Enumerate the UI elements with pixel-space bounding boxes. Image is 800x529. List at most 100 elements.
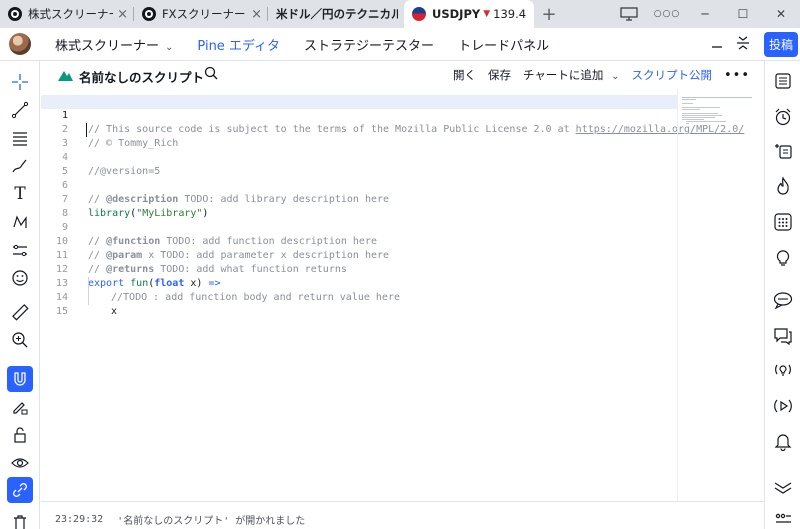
minimap-line: [682, 109, 700, 110]
tab-close-icon[interactable]: ×: [117, 7, 128, 22]
tab-label: 株式スクリーナー: [55, 39, 160, 54]
messages-icon[interactable]: [770, 323, 796, 349]
notifications-bell-icon[interactable]: [770, 428, 796, 454]
link-icon[interactable]: [7, 477, 33, 503]
play-broadcast-icon[interactable]: [770, 393, 796, 419]
status-timestamp: 23:29:32: [55, 513, 104, 525]
text-tool-icon[interactable]: T: [7, 181, 33, 207]
forecast-icon[interactable]: [7, 237, 33, 263]
publish-script-button[interactable]: スクリプト公開: [631, 67, 712, 83]
browser-tab-usdjpy-technicals[interactable]: 米ドル／円のテクニカル: [268, 0, 404, 28]
alarm-clock-icon[interactable]: [770, 104, 796, 130]
code-line: 11 // @returns TODO: add what function r…: [41, 235, 677, 275]
chat-bubbles-icon[interactable]: [770, 287, 796, 313]
code-line: 2 // © Tommy_Rich: [41, 109, 677, 149]
search-icon[interactable]: [204, 66, 218, 84]
trash-icon[interactable]: [7, 509, 33, 529]
horizontal-scrollbar[interactable]: [41, 501, 764, 507]
window-close-button[interactable]: ✕: [762, 0, 800, 28]
new-tab-button[interactable]: +: [534, 0, 564, 28]
maximize-panel-icon[interactable]: [730, 35, 756, 55]
minimap-line: [686, 123, 689, 124]
layout-grid-icon[interactable]: [770, 507, 796, 529]
tab-stock-screener[interactable]: 株式スクリーナー ⌄: [55, 35, 173, 54]
lock-drawing-pencil-icon[interactable]: [7, 394, 33, 420]
status-message: '名前なしのスクリプト' が開かれました: [117, 515, 306, 527]
chevron-down-icon: ⌄: [611, 71, 620, 82]
minimap-line: [682, 99, 696, 100]
add-to-chart-button[interactable]: チャートに追加 ⌄: [523, 67, 619, 83]
open-button[interactable]: 開く: [453, 67, 476, 83]
magnet-icon[interactable]: [7, 366, 33, 392]
object-tree-icon[interactable]: [770, 138, 796, 164]
emoji-icon[interactable]: [7, 265, 33, 291]
code-line: 12 export fun(float x) =>: [41, 249, 677, 289]
ideas-lightbulb-icon[interactable]: [770, 245, 796, 271]
code-return-value: x: [111, 306, 118, 317]
pine-editor: 名前なしのスクリプト 開く 保存 チャートに追加 ⌄ スクリプト公開 ••• 1…: [41, 61, 764, 529]
code-line: 15: [41, 291, 677, 317]
editor-actions: 開く 保存 チャートに追加 ⌄ スクリプト公開 •••: [441, 61, 750, 89]
ruler-icon[interactable]: [7, 299, 33, 325]
brush-icon[interactable]: [7, 153, 33, 179]
code-line: 14 x: [41, 277, 677, 317]
drawing-toolbar: T: [0, 61, 40, 529]
cast-icon[interactable]: [610, 0, 648, 28]
minimap-line: [686, 121, 726, 122]
lock-icon[interactable]: [7, 422, 33, 448]
trend-line-icon[interactable]: [7, 97, 33, 123]
minimap-line: [682, 113, 718, 114]
hotlist-flame-icon[interactable]: [770, 173, 796, 199]
save-button[interactable]: 保存: [488, 67, 511, 83]
chevron-down-icon: ⌄: [165, 42, 174, 53]
window-minimize-button[interactable]: ─: [686, 0, 724, 28]
browser-tab-strip: 株式スクリーナー × FXスクリーナー × 米ドル／円のテクニカル USDJPY…: [0, 0, 800, 28]
tab-price: 139.4: [493, 7, 527, 21]
code-line: 10 // @param x TODO: add parameter x des…: [41, 221, 677, 261]
script-name[interactable]: 名前なしのスクリプト: [79, 67, 204, 86]
tab-title: 株式スクリーナー: [28, 7, 114, 21]
calendar-icon[interactable]: [770, 209, 796, 235]
minimap-line: [682, 97, 752, 98]
pine-tree-logo-icon: [58, 71, 73, 81]
watchlist-icon[interactable]: [770, 68, 796, 94]
tradingview-favicon-icon: [8, 7, 22, 21]
browser-more-button[interactable]: ○○○: [648, 0, 686, 28]
tab-trading-panel[interactable]: トレードパネル: [458, 35, 549, 54]
browser-tab-usdjpy-chart[interactable]: USDJPY ▼ 139.4: [404, 0, 534, 28]
post-button[interactable]: 投稿: [763, 32, 798, 57]
app-header: 株式スクリーナー ⌄ Pine エディタ ストラテジーテスター トレードパネル 投…: [0, 28, 800, 61]
header-right-controls: 投稿: [704, 28, 800, 61]
tab-close-icon[interactable]: ×: [251, 7, 262, 22]
fib-retracement-icon[interactable]: [7, 125, 33, 151]
tab-pine-editor[interactable]: Pine エディタ: [197, 35, 280, 54]
window-maximize-button[interactable]: ☐: [724, 0, 762, 28]
indent-guide: [88, 277, 89, 305]
pattern-icon[interactable]: [7, 209, 33, 235]
minimize-panel-icon[interactable]: [704, 36, 730, 54]
collapse-chevrons-icon[interactable]: [770, 474, 796, 500]
streams-broadcast-icon[interactable]: [770, 357, 796, 383]
minimap-line: [682, 117, 715, 118]
zoom-in-icon[interactable]: [7, 327, 33, 353]
code-minimap[interactable]: [677, 89, 764, 501]
browser-tab-fx-screener[interactable]: FXスクリーナー ×: [134, 0, 268, 28]
browser-tab-stock-screener[interactable]: 株式スクリーナー ×: [0, 0, 134, 28]
tab-title: USDJPY: [432, 7, 481, 21]
tab-title: 米ドル／円のテクニカル: [276, 7, 398, 21]
panel-tabs: 株式スクリーナー ⌄ Pine エディタ ストラテジーテスター トレードパネル: [55, 28, 573, 61]
more-options-button[interactable]: •••: [724, 68, 750, 83]
code-line: 8: [41, 193, 677, 219]
code-line: 6 // @description TODO: add library desc…: [41, 165, 677, 205]
crosshair-icon[interactable]: [7, 69, 33, 95]
code-editor[interactable]: 1 // This source code is subject to the …: [41, 95, 744, 505]
eye-icon[interactable]: [7, 450, 33, 476]
user-avatar[interactable]: [9, 33, 31, 55]
right-sidebar: [764, 61, 800, 529]
tab-strategy-tester[interactable]: ストラテジーテスター: [304, 35, 434, 54]
tradingview-favicon-icon: [142, 7, 156, 21]
tab-title: FXスクリーナー: [162, 7, 246, 21]
minimap-line: [682, 119, 704, 120]
console-status-bar: 23:29:32 '名前なしのスクリプト' が開かれました: [41, 509, 764, 529]
code-line: 13 //TODO : add function body and return…: [41, 263, 677, 303]
